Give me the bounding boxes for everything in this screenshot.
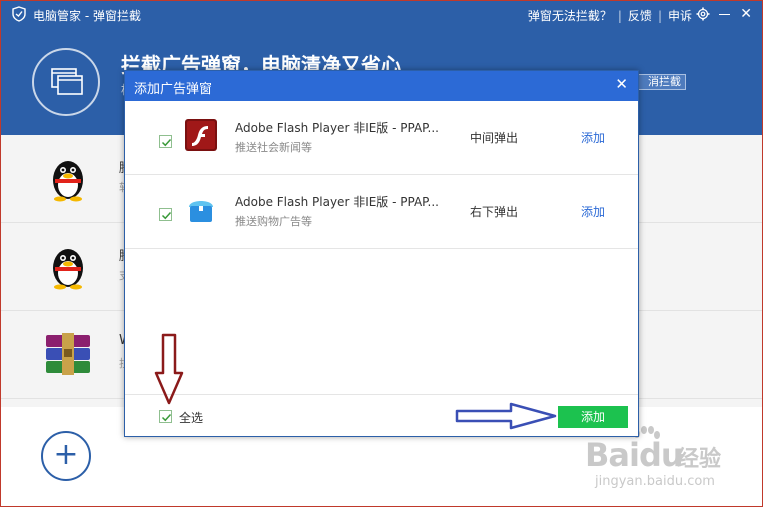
add-link[interactable]: 添加 — [581, 203, 605, 220]
app-name: Adobe Flash Player 非IE版 - PPAP... — [235, 121, 439, 135]
row-checkbox[interactable] — [159, 135, 172, 148]
shopping-bag-icon — [189, 201, 213, 222]
dialog-title: 添加广告弹窗 — [134, 82, 213, 97]
annotation-arrow-right-icon — [455, 402, 557, 430]
watermark-url: jingyan.baidu.com — [595, 474, 715, 489]
app-desc: 推送社会新闻等 — [235, 141, 312, 154]
popup-window-icon — [32, 48, 100, 116]
popup-row: Adobe Flash Player 非IE版 - PPAP... 推送社会新闻… — [125, 102, 638, 175]
select-all-label[interactable]: 全选 — [179, 409, 203, 426]
qq-penguin-icon — [53, 161, 83, 202]
app-name: Adobe Flash Player 非IE版 - PPAP... — [235, 195, 439, 209]
cannot-block-link[interactable]: 弹窗无法拦截？ — [528, 9, 612, 23]
flash-player-icon — [185, 119, 217, 151]
gear-icon[interactable] — [696, 7, 710, 21]
minimize-icon[interactable] — [719, 14, 730, 15]
window-title: 电脑管家 - 弹窗拦截 — [33, 9, 141, 23]
feedback-link[interactable]: 反馈 — [628, 9, 652, 23]
add-button[interactable]: 添加 — [558, 406, 628, 428]
title-bar: 电脑管家 - 弹窗拦截 弹窗无法拦截？ | 反馈 | 申诉 ✕ — [1, 1, 762, 29]
app-desc: 推送购物广告等 — [235, 215, 312, 228]
popup-row: Adobe Flash Player 非IE版 - PPAP... 推送购物广告… — [125, 176, 638, 249]
popup-position: 中间弹出 — [470, 131, 519, 145]
select-all-checkbox[interactable] — [159, 410, 172, 423]
winrar-icon — [46, 333, 90, 375]
watermark-jingyan: 经验 — [677, 447, 722, 472]
appeal-link[interactable]: 申诉 — [668, 9, 692, 23]
dialog-close-icon[interactable]: ✕ — [615, 77, 628, 92]
annotation-arrow-down-icon — [154, 333, 184, 405]
row-checkbox[interactable] — [159, 208, 172, 221]
dialog-title-bar: 添加广告弹窗 ✕ — [125, 71, 638, 101]
add-popup-dialog: 添加广告弹窗 ✕ Adobe Flash Player 非IE版 - PPAP.… — [124, 70, 639, 437]
title-links: 弹窗无法拦截？ | 反馈 | 申诉 — [527, 9, 692, 23]
watermark-brand: Baidu — [585, 436, 684, 474]
qq-penguin-icon — [53, 249, 83, 290]
add-link[interactable]: 添加 — [581, 129, 605, 146]
add-popup-button[interactable]: + — [41, 431, 91, 481]
close-icon[interactable]: ✕ — [740, 7, 752, 21]
dialog-footer: 全选 添加 — [125, 394, 638, 436]
popup-position: 右下弹出 — [470, 205, 519, 219]
shield-logo-icon — [12, 6, 26, 22]
